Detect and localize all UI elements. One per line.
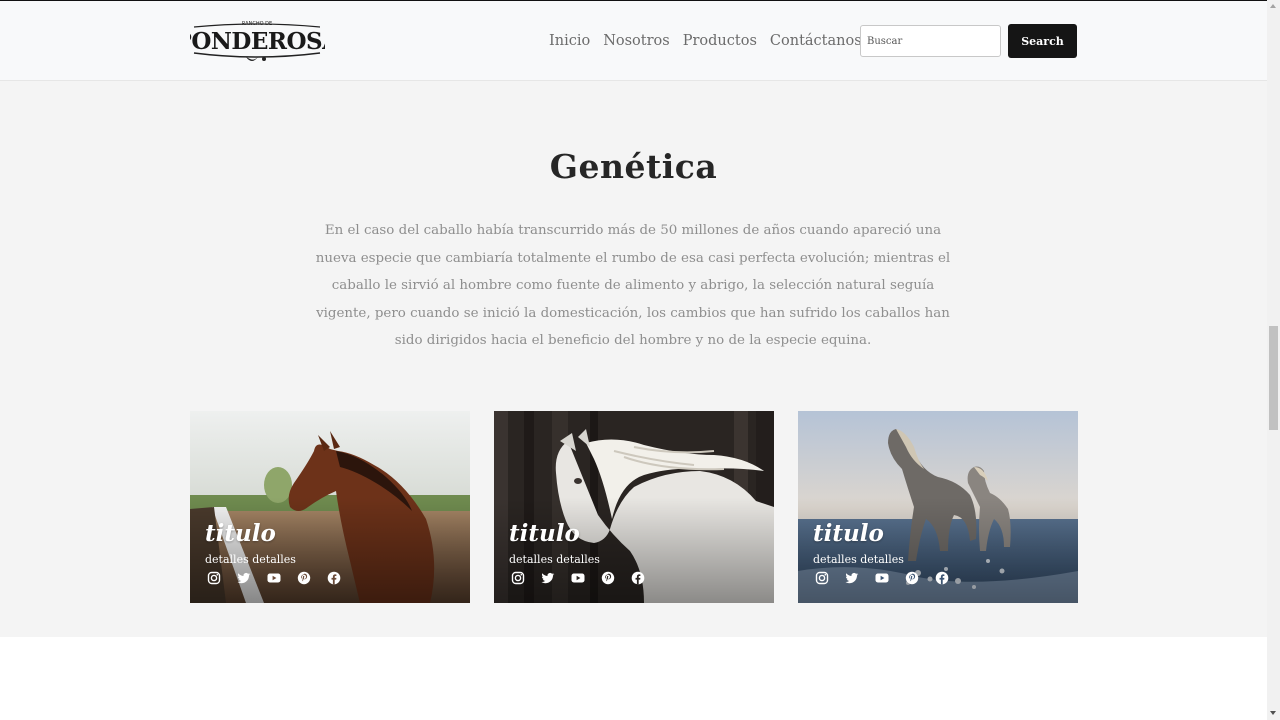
- horse-card-1[interactable]: titulo detalles detalles: [190, 411, 470, 603]
- scrollbar-thumb[interactable]: [1269, 326, 1278, 430]
- twitter-icon[interactable]: [845, 571, 859, 585]
- search-input[interactable]: [860, 25, 1001, 57]
- instagram-icon[interactable]: [207, 571, 221, 585]
- nav-contactanos[interactable]: Contáctanos: [770, 31, 862, 51]
- pinterest-icon[interactable]: [905, 571, 919, 585]
- instagram-icon[interactable]: [815, 571, 829, 585]
- social-links: [815, 571, 949, 585]
- vertical-scrollbar[interactable]: [1267, 0, 1280, 720]
- twitter-icon[interactable]: [541, 571, 555, 585]
- horse-card-3[interactable]: titulo detalles detalles: [798, 411, 1078, 603]
- pinterest-icon[interactable]: [601, 571, 615, 585]
- card-details: detalles detalles: [509, 553, 600, 566]
- instagram-icon[interactable]: [511, 571, 525, 585]
- section-title: Genética: [549, 147, 718, 186]
- scroll-down-arrow-icon[interactable]: [1270, 711, 1276, 715]
- card-title: titulo: [813, 520, 884, 547]
- horse-card-2[interactable]: titulo detalles detalles: [494, 411, 774, 603]
- genetics-section: Genética En el caso del caballo había tr…: [0, 81, 1267, 637]
- social-links: [207, 571, 341, 585]
- card-details: detalles detalles: [205, 553, 296, 566]
- ponderosa-logo[interactable]: RANCHO DE PONDEROSA: [190, 17, 325, 65]
- social-links: [511, 571, 645, 585]
- nav-productos[interactable]: Productos: [683, 31, 757, 51]
- twitter-icon[interactable]: [237, 571, 251, 585]
- card-title: titulo: [509, 520, 580, 547]
- search-button[interactable]: Search: [1008, 24, 1077, 58]
- navbar: RANCHO DE PONDEROSA Inicio Nosotros Prod…: [0, 1, 1267, 81]
- youtube-icon[interactable]: [571, 571, 585, 585]
- youtube-icon[interactable]: [875, 571, 889, 585]
- svg-text:PONDEROSA: PONDEROSA: [190, 28, 325, 55]
- facebook-icon[interactable]: [327, 571, 341, 585]
- facebook-icon[interactable]: [935, 571, 949, 585]
- youtube-icon[interactable]: [267, 571, 281, 585]
- nav-inicio[interactable]: Inicio: [549, 31, 590, 51]
- scroll-up-arrow-icon[interactable]: [1270, 4, 1276, 8]
- section-paragraph: En el caso del caballo había transcurrid…: [315, 223, 951, 349]
- card-title: titulo: [205, 520, 276, 547]
- pinterest-icon[interactable]: [297, 571, 311, 585]
- nav-nosotros[interactable]: Nosotros: [603, 31, 670, 51]
- facebook-icon[interactable]: [631, 571, 645, 585]
- main-nav: Inicio Nosotros Productos Contáctanos: [549, 31, 862, 51]
- card-details: detalles detalles: [813, 553, 904, 566]
